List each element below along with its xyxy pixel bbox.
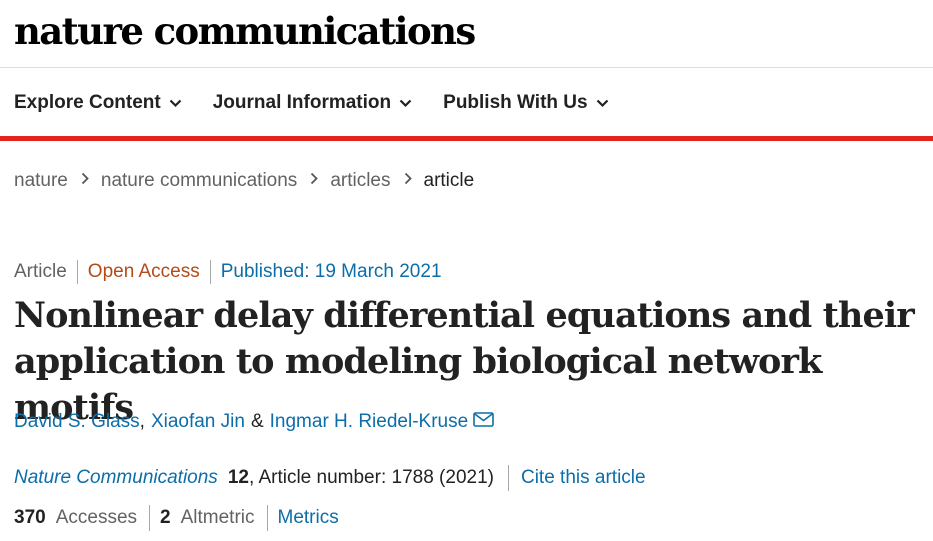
nav-publish-with-us[interactable]: Publish With Us (443, 92, 608, 114)
nature-communications-logo[interactable]: nature communications (14, 6, 476, 56)
article-meta: Article Open Access Published: 19 March … (14, 258, 452, 286)
breadcrumb-articles[interactable]: articles (330, 170, 390, 192)
open-access-badge: Open Access (76, 260, 210, 284)
author-separator: & (250, 411, 264, 432)
brand-accent-bar (0, 136, 933, 141)
article-metrics-bar: 370 Accesses 2 Altmetric Metrics (14, 504, 339, 532)
nav-explore-content-label: Explore Content (14, 92, 161, 113)
author-separator: , (139, 411, 145, 432)
envelope-icon[interactable] (473, 411, 494, 427)
divider (507, 465, 509, 491)
article-type: Article (14, 261, 67, 282)
chevron-down-icon (169, 99, 182, 108)
nav-journal-information[interactable]: Journal Information (213, 92, 412, 114)
nav-explore-content[interactable]: Explore Content (14, 92, 182, 114)
published-date: Published: 19 March 2021 (209, 260, 452, 284)
divider (266, 505, 268, 531)
chevron-down-icon (399, 99, 412, 108)
main-navigation: Explore Content Journal Information Publ… (14, 86, 640, 120)
chevron-right-icon (81, 172, 89, 185)
author-link[interactable]: Ingmar H. Riedel-Kruse (270, 411, 469, 433)
citation-line: Nature Communications 12 , Article numbe… (14, 464, 646, 492)
chevron-down-icon (596, 99, 609, 108)
nav-journal-information-label: Journal Information (212, 92, 392, 113)
accesses-count: 370 (14, 507, 46, 528)
article-number: , Article number: 1788 (2021) (248, 467, 494, 488)
divider (149, 505, 151, 531)
metrics-link[interactable]: Metrics (278, 507, 339, 529)
altmetric-label: Altmetric (180, 507, 255, 528)
chevron-right-icon (404, 172, 412, 185)
chevron-right-icon (310, 172, 319, 185)
breadcrumb-nature-communications[interactable]: nature communications (101, 170, 297, 192)
author-list: David S. Glass , Xiaofan Jin & Ingmar H.… (14, 408, 494, 436)
altmetric-count: 2 (160, 507, 171, 528)
breadcrumb: nature nature communications articles ar… (14, 166, 474, 196)
journal-name-link[interactable]: Nature Communications (14, 467, 218, 489)
nav-publish-with-us-label: Publish With Us (443, 92, 588, 113)
author-link[interactable]: David S. Glass (14, 411, 140, 433)
breadcrumb-current: article (423, 170, 475, 191)
site-header: nature communications (14, 6, 476, 56)
header-divider (0, 67, 933, 68)
breadcrumb-nature[interactable]: nature (14, 170, 68, 192)
accesses-label: Accesses (55, 507, 138, 528)
author-link[interactable]: Xiaofan Jin (151, 411, 245, 433)
volume-number: 12 (227, 467, 249, 488)
cite-this-article-link[interactable]: Cite this article (521, 467, 646, 489)
